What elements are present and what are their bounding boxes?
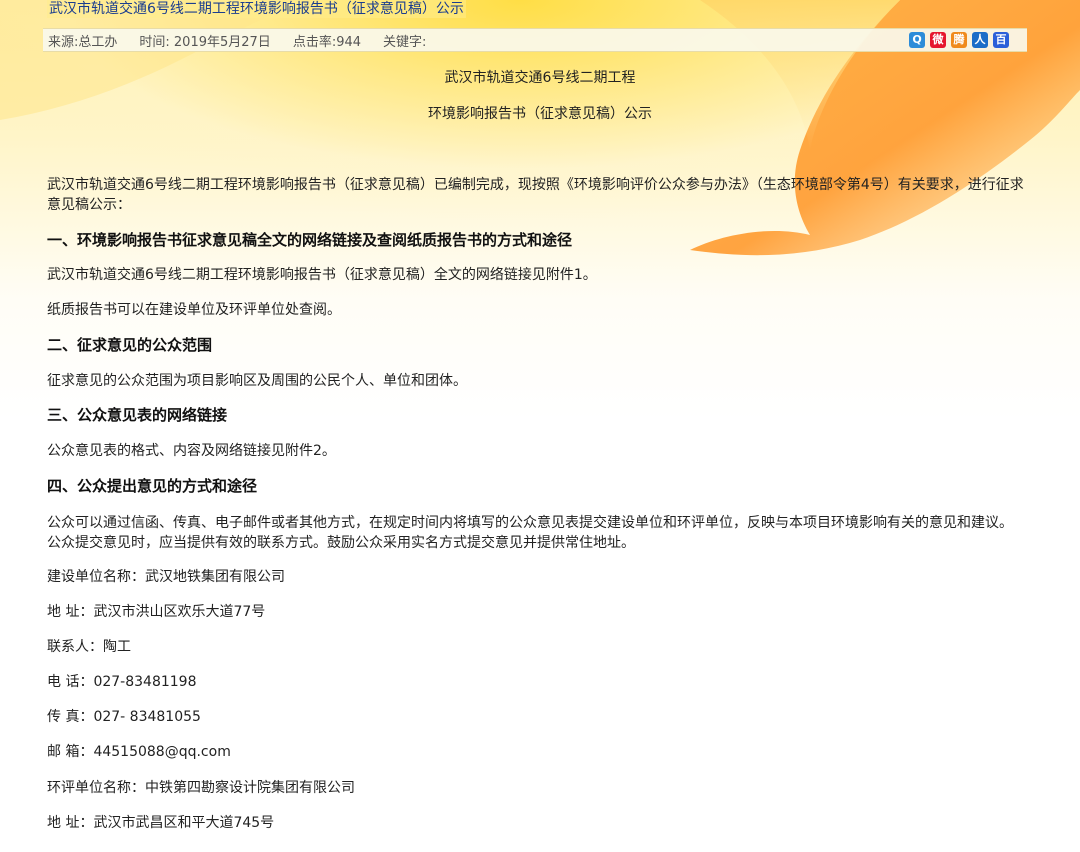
section-1-paragraph-1: 武汉市轨道交通6号线二期工程环境影响报告书（征求意见稿）全文的网络链接见附件1。 (47, 267, 597, 283)
document-heading-line1: 武汉市轨道交通6号线二期工程 (444, 70, 636, 86)
builder-name: 建设单位名称：武汉地铁集团有限公司 (47, 569, 285, 585)
section-2-title: 二、征求意见的公众范围 (47, 336, 213, 354)
section-3-title: 三、公众意见表的网络链接 (47, 406, 228, 424)
section-1-paragraph-2: 纸质报告书可以在建设单位及环评单位处查阅。 (47, 302, 341, 318)
baidu-icon[interactable]: 百 (993, 32, 1009, 48)
section-4-paragraph-1: 公众可以通过信函、传真、电子邮件或者其他方式，在规定时间内将填写的公众意见表提交… (47, 515, 1013, 551)
meta-source: 来源:总工办 (48, 34, 118, 50)
intro-paragraph: 武汉市轨道交通6号线二期工程环境影响报告书（征求意见稿）已编制完成，现按照《环境… (47, 177, 1024, 213)
builder-contact: 联系人：陶工 (47, 639, 131, 655)
share-icons: Q微腾人百 (909, 32, 1009, 48)
renren-icon[interactable]: 人 (972, 32, 988, 48)
section-3-paragraph-1: 公众意见表的格式、内容及网络链接见附件2。 (47, 443, 336, 459)
section-4-title: 四、公众提出意见的方式和途径 (47, 477, 258, 495)
meta-time: 时间: 2019年5月27日 (139, 34, 271, 50)
section-2-paragraph-1: 征求意见的公众范围为项目影响区及周围的公民个人、单位和团体。 (47, 373, 467, 389)
meta-keywords: 关键字: (383, 34, 427, 50)
meta-bar: 来源:总工办 时间: 2019年5月27日 点击率:944 关键字: Q微腾人百 (43, 28, 1027, 52)
section-1-title: 一、环境影响报告书征求意见稿全文的网络链接及查阅纸质报告书的方式和途径 (47, 231, 573, 249)
meta-hits: 点击率:944 (292, 34, 362, 50)
page-title: 武汉市轨道交通6号线二期工程环境影响报告书（征求意见稿）公示 (47, 0, 466, 18)
builder-email: 邮 箱：44515088@qq.com (47, 744, 231, 760)
page-content: 武汉市轨道交通6号线二期工程环境影响报告书（征求意见稿）公示 来源:总工办 时间… (0, 0, 1080, 852)
document-heading-line2: 环境影响报告书（征求意见稿）公示 (428, 106, 652, 122)
eia-unit-name: 环评单位名称：中铁第四勘察设计院集团有限公司 (47, 780, 355, 796)
builder-address: 地 址：武汉市洪山区欢乐大道77号 (47, 604, 266, 620)
weibo-icon[interactable]: 微 (930, 32, 946, 48)
eia-unit-address: 地 址：武汉市武昌区和平大道745号 (47, 815, 275, 831)
tencent-weibo-icon[interactable]: 腾 (951, 32, 967, 48)
builder-fax: 传 真：027- 83481055 (47, 709, 201, 725)
builder-phone: 电 话：027-83481198 (47, 674, 197, 690)
qq-zone-icon[interactable]: Q (909, 32, 925, 48)
